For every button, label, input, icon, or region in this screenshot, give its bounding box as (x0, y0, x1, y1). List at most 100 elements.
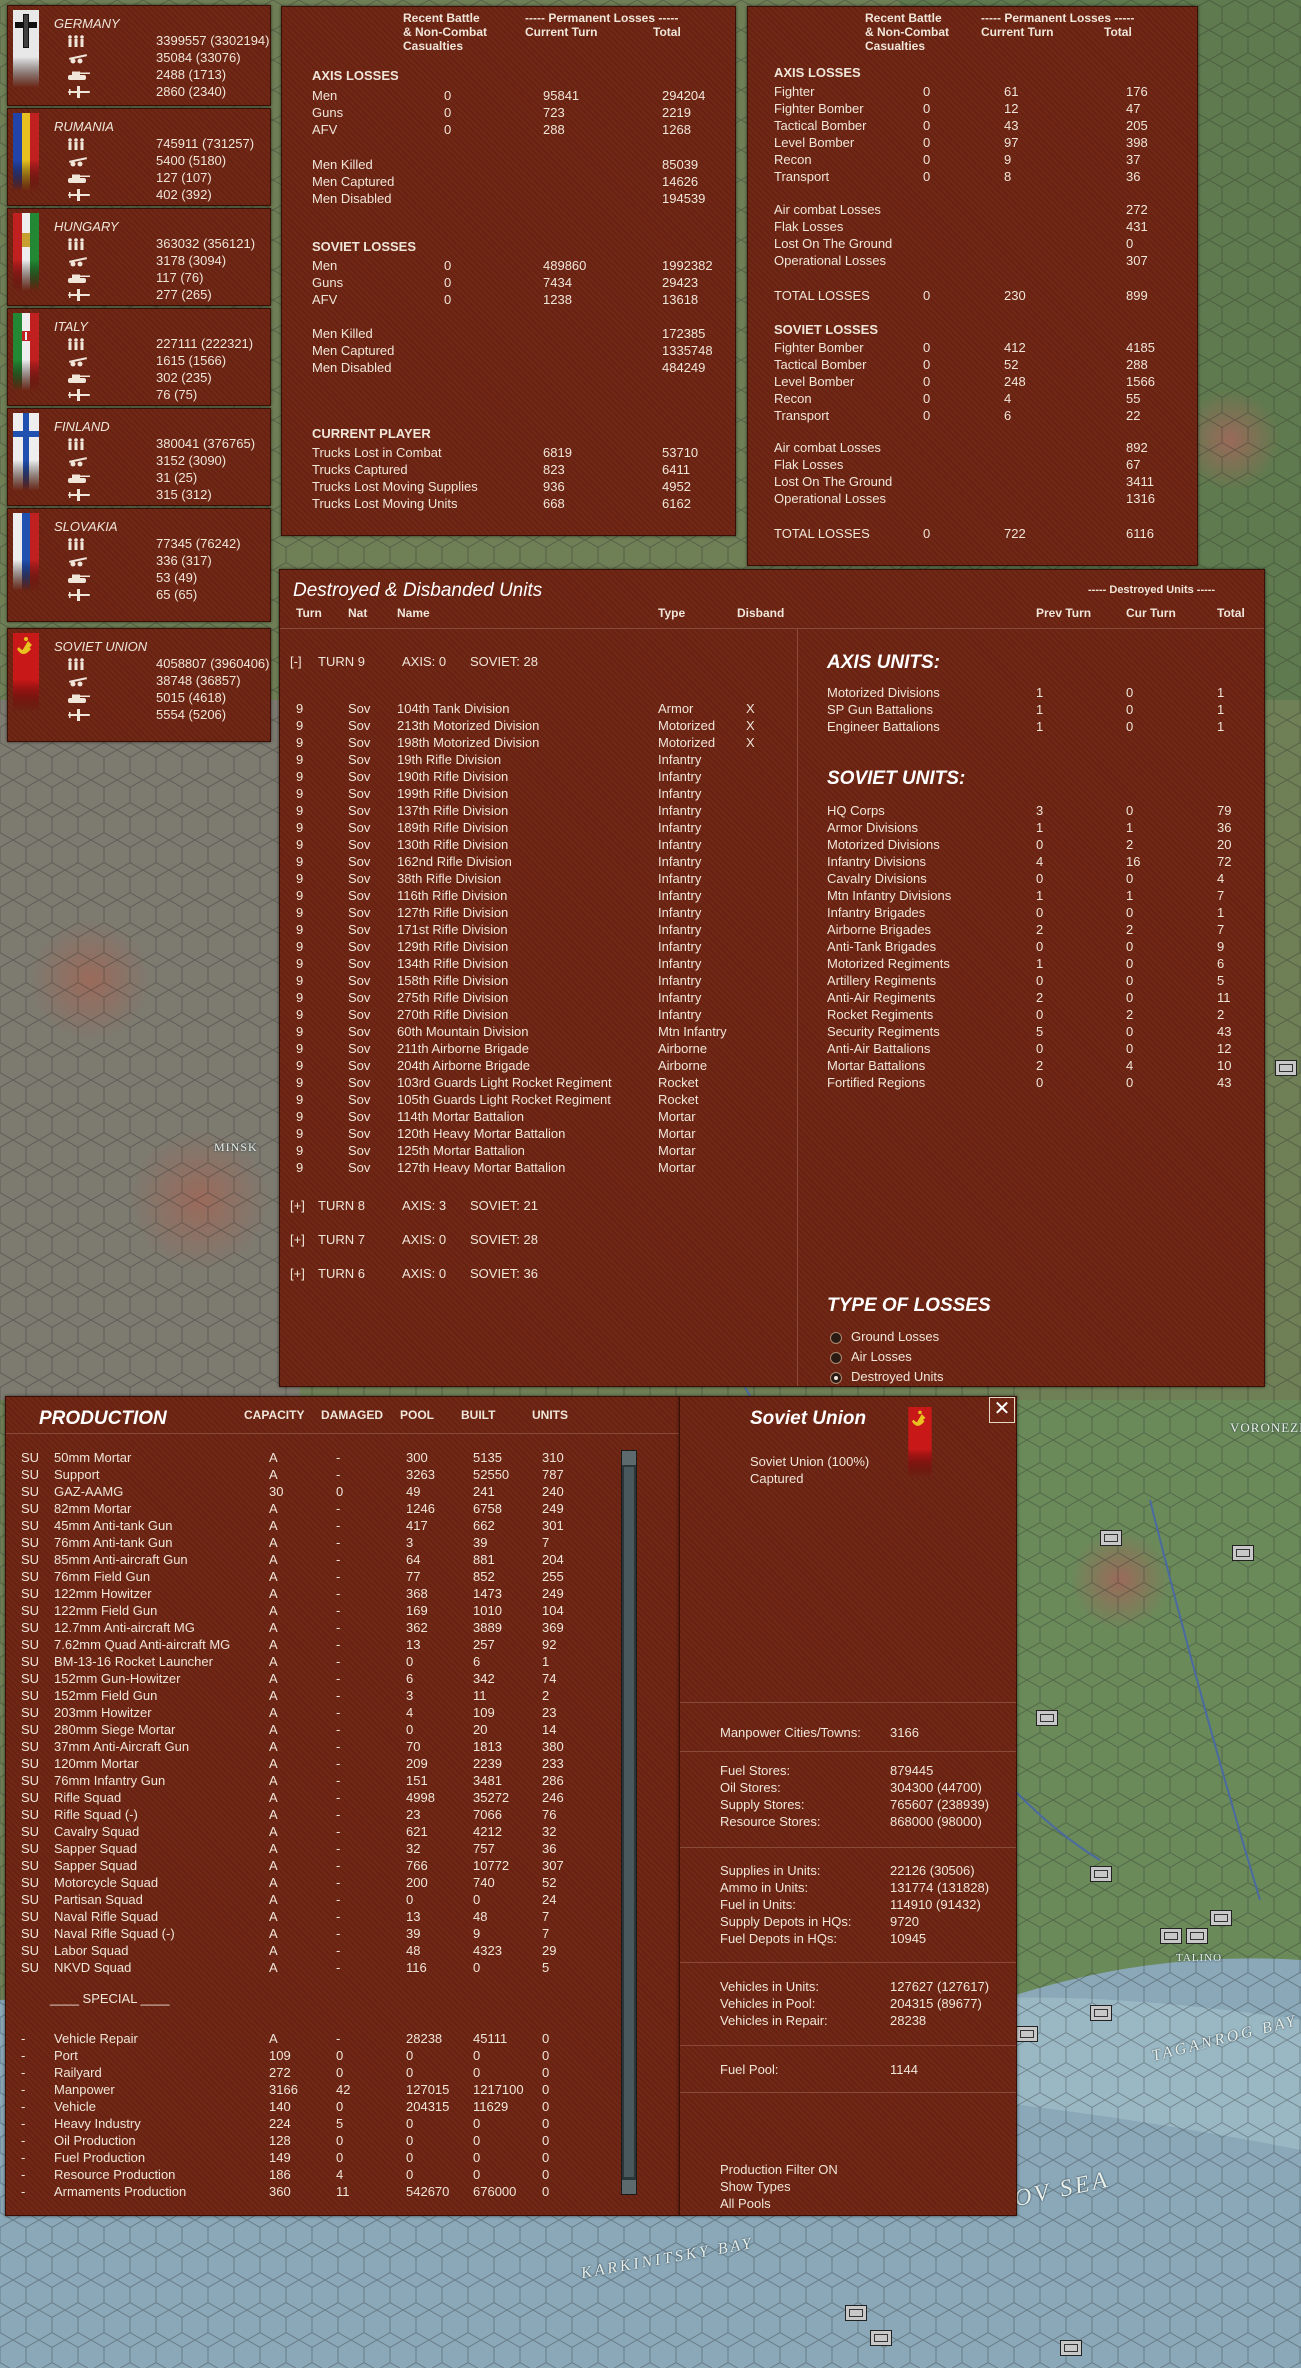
loss-type-radio[interactable] (830, 1352, 842, 1364)
unit-row[interactable]: 9 Sov 116th Rifle Division Infantry (280, 888, 790, 905)
unit-row[interactable]: 9 Sov 275th Rifle Division Infantry (280, 990, 790, 1007)
unit-row[interactable]: 9 Sov 19th Rifle Division Infantry (280, 752, 790, 769)
filter-option[interactable]: All Pools (720, 2196, 771, 2211)
unit-row[interactable]: 9 Sov 189th Rifle Division Infantry (280, 820, 790, 837)
nation-panel-soviet[interactable]: SOVIET UNION 4058807 (3960406) 38748 (3685… (7, 628, 271, 742)
map-unit-counter[interactable] (1186, 1928, 1208, 1944)
production-row[interactable]: SU GAZ-AAMG 30 0 49 241 240 (6, 1484, 616, 1501)
production-row[interactable]: SU Motorcycle Squad A - 200 740 52 (6, 1875, 616, 1892)
production-row[interactable]: SU Naval Rifle Squad A - 13 48 7 (6, 1909, 616, 1926)
map-unit-counter[interactable] (1090, 2005, 1112, 2021)
unit-row[interactable]: 9 Sov 171st Rifle Division Infantry (280, 922, 790, 939)
unit-row[interactable]: 9 Sov 125th Mortar Battalion Mortar (280, 1143, 790, 1160)
special-production-row[interactable]: - Vehicle 140 0 204315 11629 0 (6, 2099, 616, 2116)
special-production-row[interactable]: - Resource Production 186 4 0 0 0 (6, 2167, 616, 2184)
turn-label[interactable]: TURN 8 (318, 1198, 365, 1213)
map-unit-counter[interactable] (1060, 2340, 1082, 2356)
production-row[interactable]: SU 203mm Howitzer A - 4 109 23 (6, 1705, 616, 1722)
unit-row[interactable]: 9 Sov 158th Rifle Division Infantry (280, 973, 790, 990)
unit-row[interactable]: 9 Sov 104th Tank Division Armor X (280, 701, 790, 718)
unit-row[interactable]: 9 Sov 190th Rifle Division Infantry (280, 769, 790, 786)
nation-panel-slovakia[interactable]: SLOVAKIA 77345 (76242) 336 (317) 53 (49) 65 … (7, 508, 271, 622)
special-production-row[interactable]: - Manpower 3166 42 127015 1217100 0 (6, 2082, 616, 2099)
map-unit-counter[interactable] (1232, 1545, 1254, 1561)
production-row[interactable]: SU 85mm Anti-aircraft Gun A - 64 881 204 (6, 1552, 616, 1569)
special-production-row[interactable]: - Port 109 0 0 0 0 (6, 2048, 616, 2065)
unit-row[interactable]: 9 Sov 114th Mortar Battalion Mortar (280, 1109, 790, 1126)
unit-row[interactable]: 9 Sov 213th Motorized Division Motorized X (280, 718, 790, 735)
nation-panel-italy[interactable]: ITALY 227111 (222321) 1615 (1566) 302 (235)… (7, 308, 271, 406)
production-row[interactable]: SU 45mm Anti-tank Gun A - 417 662 301 (6, 1518, 616, 1535)
loss-type-option[interactable]: Ground Losses (851, 1329, 939, 1344)
unit-row[interactable]: 9 Sov 60th Mountain Division Mtn Infantry (280, 1024, 790, 1041)
unit-row[interactable]: 9 Sov 162nd Rifle Division Infantry (280, 854, 790, 871)
turn-expand-toggle[interactable]: [+] (290, 1266, 305, 1281)
unit-row[interactable]: 9 Sov 38th Rifle Division Infantry (280, 871, 790, 888)
unit-row[interactable]: 9 Sov 127th Rifle Division Infantry (280, 905, 790, 922)
loss-type-option[interactable]: Destroyed Units (851, 1369, 943, 1384)
production-row[interactable]: SU Sapper Squad A - 32 757 36 (6, 1841, 616, 1858)
map-unit-counter[interactable] (1016, 2026, 1038, 2042)
production-row[interactable]: SU 152mm Field Gun A - 3 11 2 (6, 1688, 616, 1705)
production-scrollbar[interactable] (621, 1450, 637, 2195)
unit-row[interactable]: 9 Sov 130th Rifle Division Infantry (280, 837, 790, 854)
production-row[interactable]: SU BM-13-16 Rocket Launcher A - 0 6 1 (6, 1654, 616, 1671)
unit-row[interactable]: 9 Sov 127th Heavy Mortar Battalion Mortar (280, 1160, 790, 1177)
production-row[interactable]: SU Labor Squad A - 48 4323 29 (6, 1943, 616, 1960)
special-production-row[interactable]: - Railyard 272 0 0 0 0 (6, 2065, 616, 2082)
map-unit-counter[interactable] (1036, 1710, 1058, 1726)
map-unit-counter[interactable] (1275, 1060, 1297, 1076)
special-production-row[interactable]: - Heavy Industry 224 5 0 0 0 (6, 2116, 616, 2133)
nation-panel-germany[interactable]: GERMANY 3399557 (3302194) 35084 (33076) 248… (7, 5, 271, 106)
map-unit-counter[interactable] (1210, 1910, 1232, 1926)
turn-label[interactable]: TURN 9 (318, 654, 365, 669)
nation-panel-hungary[interactable]: HUNGARY 363032 (356121) 3178 (3094) 117 (76… (7, 208, 271, 306)
turn-expand-toggle[interactable]: [+] (290, 1232, 305, 1247)
production-row[interactable]: SU Support A - 3263 52550 787 (6, 1467, 616, 1484)
turn-label[interactable]: TURN 6 (318, 1266, 365, 1281)
production-row[interactable]: SU Sapper Squad A - 766 10772 307 (6, 1858, 616, 1875)
production-row[interactable]: SU 76mm Field Gun A - 77 852 255 (6, 1569, 616, 1586)
filter-option[interactable]: Show Types (720, 2179, 791, 2194)
special-production-row[interactable]: - Vehicle Repair A - 28238 45111 0 (6, 2031, 616, 2048)
turn-expand-toggle[interactable]: [+] (290, 1198, 305, 1213)
unit-row[interactable]: 9 Sov 199th Rifle Division Infantry (280, 786, 790, 803)
close-button[interactable]: ✕ (989, 1397, 1015, 1423)
production-row[interactable]: SU NKVD Squad A - 116 0 5 (6, 1960, 616, 1977)
turn-expand-toggle[interactable]: [-] (290, 654, 302, 669)
production-row[interactable]: SU 152mm Gun-Howitzer A - 6 342 74 (6, 1671, 616, 1688)
production-row[interactable]: SU Rifle Squad A - 4998 35272 246 (6, 1790, 616, 1807)
loss-type-radio[interactable] (830, 1372, 842, 1384)
map-unit-counter[interactable] (845, 2305, 867, 2321)
production-row[interactable]: SU 122mm Field Gun A - 169 1010 104 (6, 1603, 616, 1620)
production-row[interactable]: SU 76mm Anti-tank Gun A - 3 39 7 (6, 1535, 616, 1552)
scroll-up-arrow-icon[interactable] (622, 1451, 636, 1465)
production-row[interactable]: SU 7.62mm Quad Anti-aircraft MG A - 13 257 92 (6, 1637, 616, 1654)
unit-row[interactable]: 9 Sov 103rd Guards Light Rocket Regiment Ro… (280, 1075, 790, 1092)
production-row[interactable]: SU 280mm Siege Mortar A - 0 20 14 (6, 1722, 616, 1739)
unit-row[interactable]: 9 Sov 198th Motorized Division Motorized X (280, 735, 790, 752)
map-unit-counter[interactable] (1100, 1530, 1122, 1546)
unit-row[interactable]: 9 Sov 120th Heavy Mortar Battalion Mortar (280, 1126, 790, 1143)
loss-type-option[interactable]: Air Losses (851, 1349, 912, 1364)
unit-row[interactable]: 9 Sov 134th Rifle Division Infantry (280, 956, 790, 973)
production-row[interactable]: SU 122mm Howitzer A - 368 1473 249 (6, 1586, 616, 1603)
unit-row[interactable]: 9 Sov 204th Airborne Brigade Airborne (280, 1058, 790, 1075)
production-row[interactable]: SU 12.7mm Anti-aircraft MG A - 362 3889 369 (6, 1620, 616, 1637)
nation-panel-rumania[interactable]: RUMANIA 745911 (731257) 5400 (5180) 127 (10… (7, 108, 271, 206)
unit-row[interactable]: 9 Sov 211th Airborne Brigade Airborne (280, 1041, 790, 1058)
production-row[interactable]: SU 120mm Mortar A - 209 2239 233 (6, 1756, 616, 1773)
map-unit-counter[interactable] (870, 2330, 892, 2346)
production-row[interactable]: SU Naval Rifle Squad (-) A - 39 9 7 (6, 1926, 616, 1943)
map-unit-counter[interactable] (1160, 1928, 1182, 1944)
unit-row[interactable]: 9 Sov 105th Guards Light Rocket Regiment Ro… (280, 1092, 790, 1109)
special-production-row[interactable]: - Armaments Production 360 11 542670 676000 0 (6, 2184, 616, 2201)
unit-row[interactable]: 9 Sov 137th Rifle Division Infantry (280, 803, 790, 820)
scroll-down-arrow-icon[interactable] (622, 2180, 636, 2194)
filter-option[interactable]: Production Filter ON (720, 2162, 838, 2177)
production-row[interactable]: SU 76mm Infantry Gun A - 151 3481 286 (6, 1773, 616, 1790)
scroll-thumb[interactable] (624, 1467, 634, 2177)
unit-row[interactable]: 9 Sov 129th Rifle Division Infantry (280, 939, 790, 956)
nation-panel-finland[interactable]: FINLAND 380041 (376765) 3152 (3090) 31 (25)… (7, 408, 271, 506)
unit-row[interactable]: 9 Sov 270th Rifle Division Infantry (280, 1007, 790, 1024)
